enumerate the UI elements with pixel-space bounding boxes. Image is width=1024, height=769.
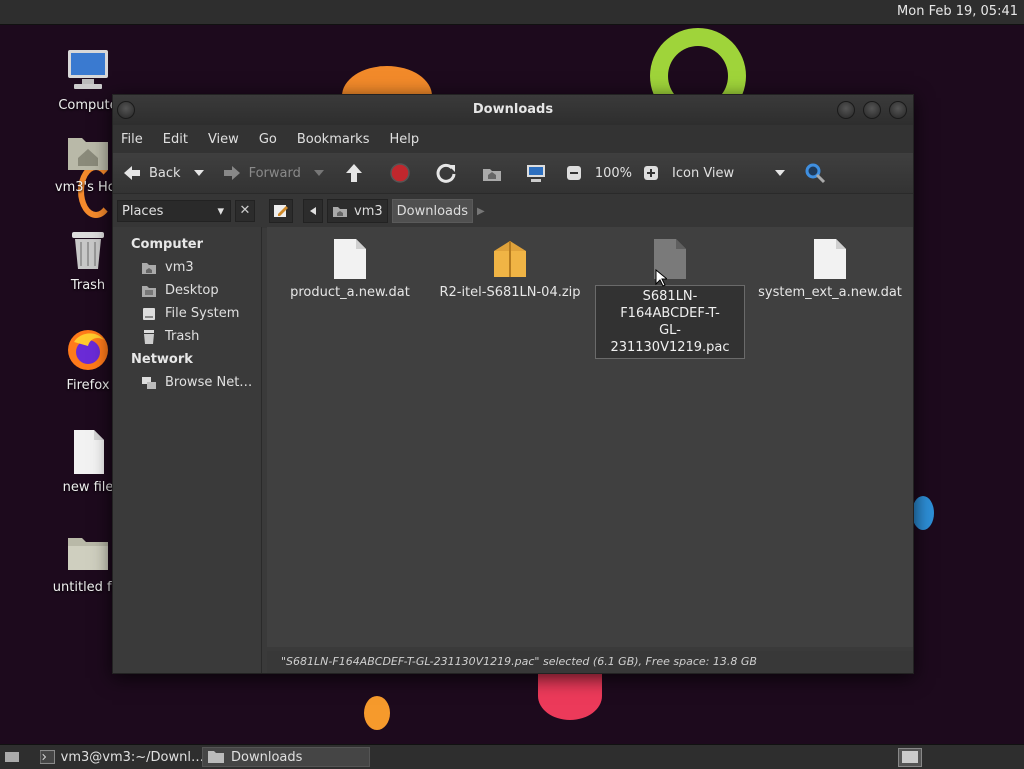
taskbar: vm3@vm3:~/Downl… Downloads bbox=[0, 744, 1024, 769]
back-arrow-icon bbox=[121, 162, 143, 184]
close-icon: ✕ bbox=[239, 203, 251, 218]
stop-icon bbox=[389, 162, 411, 184]
forward-button[interactable]: Forward bbox=[221, 162, 301, 184]
maximize-button[interactable] bbox=[863, 101, 881, 119]
home-folder-icon bbox=[142, 262, 156, 274]
up-arrow-icon bbox=[343, 162, 365, 184]
clock[interactable]: Mon Feb 19, 05:41 bbox=[897, 4, 1018, 19]
breadcrumb-downloads[interactable]: Downloads bbox=[391, 199, 474, 223]
close-sidebar-button[interactable]: ✕ bbox=[235, 200, 255, 222]
stop-button[interactable] bbox=[389, 162, 417, 184]
zoom-level: 100% bbox=[594, 165, 633, 181]
window-title: Downloads bbox=[472, 102, 554, 117]
wallpaper-red-blob bbox=[538, 672, 602, 720]
reload-icon bbox=[435, 162, 457, 184]
top-panel: Mon Feb 19, 05:41 bbox=[0, 0, 1024, 25]
workspace-switcher[interactable] bbox=[898, 748, 922, 767]
rename-input[interactable]: S681LN- F164ABCDEF-T- GL-231130V1219.pac bbox=[595, 285, 745, 359]
file-item[interactable]: R2-itel-S681LN-04.zip bbox=[435, 237, 585, 300]
breadcrumb-right-arrow[interactable]: ▶ bbox=[477, 206, 485, 217]
zoom-out-icon bbox=[563, 162, 585, 184]
show-desktop-button[interactable] bbox=[4, 749, 20, 769]
breadcrumb: vm3 Downloads ▶ bbox=[269, 199, 485, 223]
trash-icon bbox=[64, 226, 112, 274]
edit-icon bbox=[274, 205, 288, 217]
document-icon bbox=[64, 428, 112, 476]
sidebar-item-browse-network[interactable]: Browse Net… bbox=[113, 371, 261, 394]
close-button[interactable] bbox=[889, 101, 907, 119]
breadcrumb-vm3[interactable]: vm3 bbox=[327, 199, 388, 223]
menu-go[interactable]: Go bbox=[259, 132, 277, 147]
desktop-folder-icon bbox=[142, 285, 156, 297]
terminal-icon bbox=[40, 750, 55, 764]
menu-bookmarks[interactable]: Bookmarks bbox=[297, 132, 370, 147]
file-item[interactable]: system_ext_a.new.dat bbox=[755, 237, 905, 300]
trash-icon bbox=[144, 329, 154, 344]
desktop-icon bbox=[5, 752, 19, 762]
chevron-down-icon: ▾ bbox=[217, 204, 224, 219]
back-button[interactable]: Back bbox=[121, 162, 181, 184]
toggle-location-entry-button[interactable] bbox=[269, 199, 293, 223]
folder-icon bbox=[208, 751, 224, 763]
location-bar: Places ▾ ✕ vm3 Downloads ▶ bbox=[113, 194, 913, 228]
forward-history-dropdown[interactable] bbox=[313, 168, 325, 178]
chevron-down-icon bbox=[313, 170, 324, 176]
minimize-button[interactable] bbox=[837, 101, 855, 119]
up-button[interactable] bbox=[343, 162, 371, 184]
wallpaper-orange-dot bbox=[364, 696, 390, 730]
mouse-pointer-icon bbox=[655, 269, 667, 287]
sidebar-header-network: Network bbox=[131, 352, 193, 367]
search-icon bbox=[804, 162, 826, 184]
network-icon bbox=[142, 376, 156, 389]
computer-icon bbox=[64, 46, 112, 94]
search-button[interactable] bbox=[804, 162, 832, 184]
document-icon bbox=[332, 237, 368, 281]
sidebar-item-trash[interactable]: Trash bbox=[113, 325, 261, 348]
toolbar: Back Forward 100% Icon View bbox=[113, 153, 913, 194]
computer-button[interactable] bbox=[525, 162, 553, 184]
file-item-selected[interactable]: S681LN- F164ABCDEF-T- GL-231130V1219.pac bbox=[595, 237, 745, 359]
home-icon bbox=[481, 162, 503, 184]
firefox-icon bbox=[64, 326, 112, 374]
home-icon bbox=[333, 207, 347, 217]
wallpaper-teal-dot bbox=[912, 496, 934, 530]
sidebar-item-file-system[interactable]: File System bbox=[113, 302, 261, 325]
menu-view[interactable]: View bbox=[208, 132, 239, 147]
zoom-in-icon bbox=[640, 162, 662, 184]
places-sidebar: Computer vm3 Desktop File System Trash N… bbox=[113, 227, 262, 673]
file-icon-view: product_a.new.dat R2-itel-S681LN-04.zip … bbox=[267, 227, 913, 647]
status-bar: "S681LN-F164ABCDEF-T-GL-231130V1219.pac"… bbox=[267, 651, 913, 673]
window-icon bbox=[902, 751, 918, 763]
chevron-down-icon bbox=[193, 170, 204, 176]
menu-file[interactable]: File bbox=[121, 132, 143, 147]
taskbar-task-downloads[interactable]: Downloads bbox=[202, 747, 370, 767]
file-manager-window: Downloads File Edit View Go Bookmarks He… bbox=[112, 94, 914, 674]
forward-arrow-icon bbox=[221, 162, 243, 184]
sidebar-item-desktop[interactable]: Desktop bbox=[113, 279, 261, 302]
computer-icon bbox=[525, 162, 547, 184]
sidebar-places-select[interactable]: Places ▾ bbox=[117, 200, 231, 222]
chevron-left-icon bbox=[310, 207, 316, 215]
home-button[interactable] bbox=[481, 162, 509, 184]
window-titlebar[interactable]: Downloads bbox=[113, 95, 913, 125]
file-item[interactable]: product_a.new.dat bbox=[275, 237, 425, 300]
view-mode-select[interactable]: Icon View bbox=[672, 166, 786, 181]
menu-help[interactable]: Help bbox=[389, 132, 419, 147]
menu-edit[interactable]: Edit bbox=[163, 132, 188, 147]
drive-icon bbox=[143, 307, 155, 320]
zoom-out-button[interactable] bbox=[563, 162, 591, 184]
document-icon bbox=[812, 237, 848, 281]
sidebar-header-computer: Computer bbox=[131, 237, 204, 252]
sidebar-item-vm3[interactable]: vm3 bbox=[113, 256, 261, 279]
home-folder-icon bbox=[64, 128, 112, 176]
breadcrumb-left-arrow[interactable] bbox=[303, 199, 323, 223]
menu-bar: File Edit View Go Bookmarks Help bbox=[113, 125, 913, 153]
chevron-down-icon bbox=[775, 170, 786, 176]
archive-icon bbox=[492, 237, 528, 281]
taskbar-task-terminal[interactable]: vm3@vm3:~/Downl… bbox=[36, 747, 204, 767]
back-history-dropdown[interactable] bbox=[193, 168, 205, 178]
folder-icon bbox=[64, 528, 112, 576]
zoom-in-button[interactable] bbox=[640, 162, 668, 184]
reload-button[interactable] bbox=[435, 162, 463, 184]
